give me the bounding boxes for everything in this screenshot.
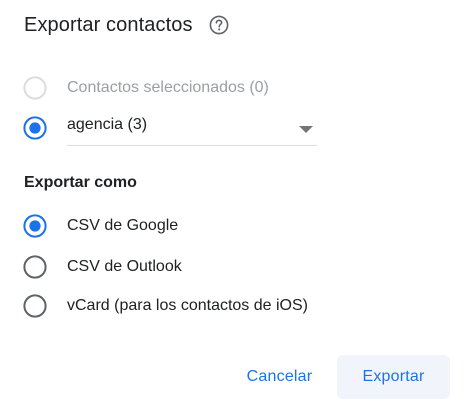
radio-option-selected-contacts: Contactos seleccionados (0) [22, 74, 269, 102]
radio-option-outlook-csv[interactable]: CSV de Outlook [22, 253, 182, 281]
export-as-heading: Exportar como [24, 174, 137, 191]
radio-button-outlook-csv[interactable] [22, 254, 48, 280]
dialog-header: Exportar contactos [24, 10, 229, 40]
dropdown-arrow-icon [299, 121, 313, 139]
radio-label-selected-contacts: Contactos seleccionados (0) [67, 79, 269, 96]
export-button[interactable]: Exportar [337, 355, 450, 399]
radio-option-agency[interactable] [22, 114, 48, 142]
radio-button-vcard[interactable] [22, 293, 48, 319]
radio-label-google-csv[interactable]: CSV de Google [67, 217, 178, 235]
cancel-button[interactable]: Cancelar [232, 355, 327, 399]
radio-label-vcard[interactable]: vCard (para los contactos de iOS) [67, 297, 308, 315]
radio-button-google-csv[interactable] [22, 213, 48, 239]
radio-label-outlook-csv[interactable]: CSV de Outlook [67, 258, 182, 276]
group-dropdown[interactable]: agencia (3) [67, 112, 317, 146]
dialog-title: Exportar contactos [24, 13, 193, 36]
radio-option-google-csv[interactable]: CSV de Google [22, 212, 178, 240]
group-dropdown-value: agencia (3) [67, 116, 148, 133]
radio-option-vcard[interactable]: vCard (para los contactos de iOS) [22, 292, 308, 320]
radio-button-agency[interactable] [22, 115, 48, 141]
help-circle-icon[interactable] [209, 15, 229, 35]
export-contacts-dialog: Exportar contactos Contactos seleccionad… [0, 0, 474, 411]
radio-button-selected-contacts [22, 75, 48, 101]
